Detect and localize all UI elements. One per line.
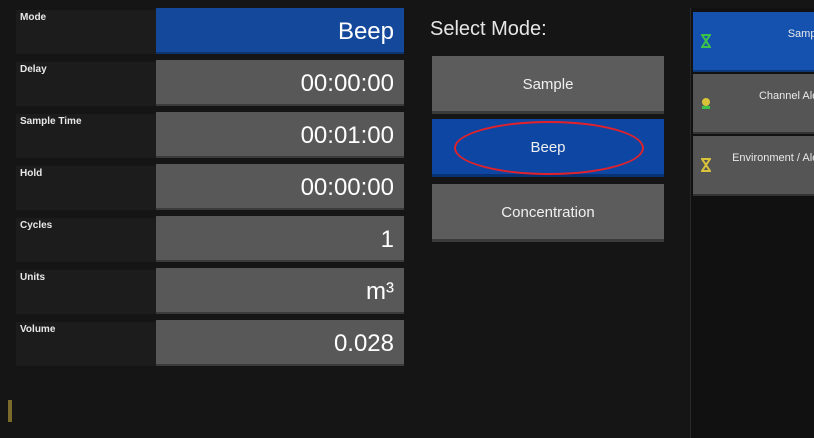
sidebar: Sample Channel Alert Environment / Alert: [690, 8, 814, 438]
mode-concentration-button[interactable]: Concentration: [432, 184, 664, 242]
setting-label: Hold: [16, 166, 156, 210]
device-screen: Mode Beep Delay 00:00:00 Sample Time 00:…: [0, 0, 814, 438]
sidebar-item-environment-alert[interactable]: Environment / Alert: [693, 136, 814, 196]
setting-label: Sample Time: [16, 114, 156, 158]
sample-time-value-field[interactable]: 00:01:00: [156, 112, 404, 158]
setting-label: Cycles: [16, 218, 156, 262]
scroll-indicator: [8, 400, 12, 422]
channel-icon: [702, 98, 710, 109]
setting-row-mode: Mode Beep: [8, 8, 408, 56]
hourglass-icon: [701, 34, 711, 48]
volume-value-field[interactable]: 0.028: [156, 320, 404, 366]
mode-value-field[interactable]: Beep: [156, 8, 404, 54]
mode-sample-button[interactable]: Sample: [432, 56, 664, 114]
cycles-value-field[interactable]: 1: [156, 216, 404, 262]
setting-label: Units: [16, 270, 156, 314]
select-mode-title: Select Mode:: [430, 18, 547, 40]
delay-value-field[interactable]: 00:00:00: [156, 60, 404, 106]
setting-row-sample-time: Sample Time 00:01:00: [8, 112, 408, 160]
hold-value-field[interactable]: 00:00:00: [156, 164, 404, 210]
units-value-field[interactable]: m³: [156, 268, 404, 314]
setting-row-hold: Hold 00:00:00: [8, 164, 408, 212]
setting-row-delay: Delay 00:00:00: [8, 60, 408, 108]
setting-label: Mode: [16, 10, 156, 54]
sidebar-item-label: Environment / Alert: [732, 152, 814, 164]
setting-row-cycles: Cycles 1: [8, 216, 408, 264]
setting-label: Delay: [16, 62, 156, 106]
mode-beep-button[interactable]: Beep: [432, 119, 664, 177]
setting-row-units: Units m³: [8, 268, 408, 316]
setting-row-volume: Volume 0.028: [8, 320, 408, 368]
sidebar-item-channel-alert[interactable]: Channel Alert: [693, 74, 814, 134]
sidebar-item-label: Channel Alert: [758, 90, 814, 102]
setting-label: Volume: [16, 322, 156, 366]
sidebar-item-label: Sample: [787, 28, 814, 40]
hourglass-icon: [701, 158, 711, 172]
sidebar-item-sample[interactable]: Sample: [693, 12, 814, 72]
